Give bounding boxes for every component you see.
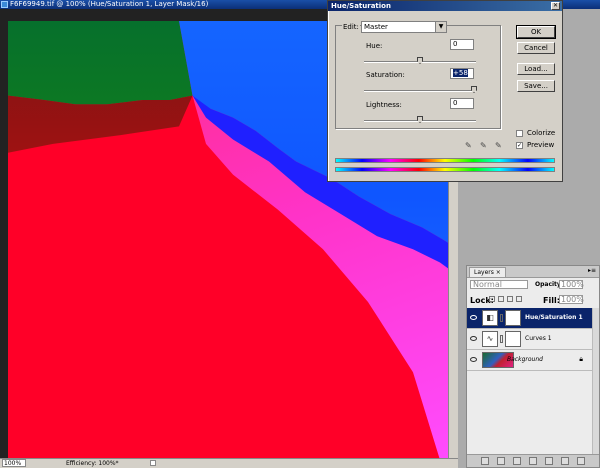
fill-label: Fill: xyxy=(543,296,560,305)
mask-icon[interactable] xyxy=(513,457,521,465)
layers-scrollbar[interactable] xyxy=(592,308,599,456)
link-chain-icon[interactable] xyxy=(500,335,503,343)
lightness-label: Lightness: xyxy=(366,101,402,109)
layer-row-hue-saturation[interactable]: ◧ Hue/Saturation 1 xyxy=(467,308,599,329)
hue-input[interactable]: 0 xyxy=(450,39,474,50)
saturation-slider-track[interactable] xyxy=(364,90,476,92)
colorize-label: Colorize xyxy=(527,129,556,137)
saturation-label: Saturation: xyxy=(366,71,405,79)
hue-label: Hue: xyxy=(366,42,383,50)
layer-name: Curves 1 xyxy=(525,335,552,342)
eyedropper-plus-icon[interactable]: ✎ xyxy=(480,141,487,150)
dialog-titlebar[interactable]: Hue/Saturation xyxy=(328,1,562,11)
lock-icon: 🔒︎ xyxy=(579,355,583,363)
layer-name: Background xyxy=(507,356,543,363)
zoom-field[interactable]: 100% xyxy=(2,459,26,467)
efficiency-readout: Efficiency: 100%* xyxy=(66,460,119,467)
chevron-down-icon[interactable]: ▼ xyxy=(435,22,446,32)
layer-mask-thumbnail[interactable] xyxy=(505,310,521,326)
load-button[interactable]: Load... xyxy=(517,63,555,75)
edit-groupbox xyxy=(335,25,501,129)
color-spectrum-top xyxy=(335,158,555,163)
curves-adjustment-icon: ∿ xyxy=(482,331,498,347)
layers-panel: Layers × ▸≡ Normal Opacity: 100% Lock: F… xyxy=(466,265,600,468)
close-icon[interactable]: ✕ xyxy=(551,2,560,10)
preview-checkbox[interactable]: ✓ xyxy=(516,142,523,149)
saturation-input[interactable]: +58 xyxy=(450,68,474,79)
fill-input[interactable]: 100% xyxy=(559,295,584,304)
layer-row-curves[interactable]: ∿ Curves 1 xyxy=(467,329,599,350)
trash-icon[interactable] xyxy=(577,457,585,465)
dialog-title: Hue/Saturation xyxy=(331,2,391,10)
panel-menu-icon[interactable]: ▸≡ xyxy=(588,267,596,274)
opacity-input[interactable]: 100% xyxy=(559,280,584,289)
fx-icon[interactable] xyxy=(497,457,505,465)
layer-name: Hue/Saturation 1 xyxy=(525,314,583,321)
group-icon[interactable] xyxy=(545,457,553,465)
hue-saturation-dialog: Hue/Saturation ✕ Edit: Master ▼ Hue: 0 S… xyxy=(327,0,563,182)
preview-label: Preview xyxy=(527,141,555,149)
eyedropper-minus-icon[interactable]: ✎ xyxy=(495,141,502,150)
visibility-eye-icon[interactable] xyxy=(470,357,477,362)
link-icon[interactable] xyxy=(481,457,489,465)
lock-pixels-icon[interactable] xyxy=(498,296,504,302)
color-spectrum-bottom xyxy=(335,167,555,172)
colorize-checkbox[interactable] xyxy=(516,130,523,137)
edit-select[interactable]: Master ▼ xyxy=(361,21,447,33)
eyedropper-icon[interactable]: ✎ xyxy=(465,141,472,150)
photoshop-document-icon xyxy=(1,1,8,8)
new-layer-icon[interactable] xyxy=(561,457,569,465)
blend-mode-select[interactable]: Normal xyxy=(470,280,528,289)
document-title: F6F69949.tif @ 100% (Hue/Saturation 1, L… xyxy=(10,0,209,8)
layers-tabbar: Layers × ▸≡ xyxy=(467,266,599,278)
visibility-eye-icon[interactable] xyxy=(470,315,477,320)
layer-row-background[interactable]: Background 🔒︎ xyxy=(467,350,599,371)
ok-button[interactable]: OK xyxy=(516,25,556,39)
layer-mask-thumbnail[interactable] xyxy=(505,331,521,347)
link-chain-icon[interactable] xyxy=(500,314,503,322)
status-bar: 100% Efficiency: 100%* xyxy=(0,458,458,468)
tab-layers[interactable]: Layers × xyxy=(469,267,506,277)
cancel-button[interactable]: Cancel xyxy=(517,42,555,54)
save-button[interactable]: Save... xyxy=(517,80,555,92)
adjustment-icon[interactable] xyxy=(529,457,537,465)
lock-transparency-icon[interactable] xyxy=(489,296,495,302)
hue-saturation-adjustment-icon: ◧ xyxy=(482,310,498,326)
lightness-input[interactable]: 0 xyxy=(450,98,474,109)
layers-footer xyxy=(467,454,599,467)
lock-position-icon[interactable] xyxy=(507,296,513,302)
edit-label: Edit: xyxy=(342,23,360,31)
edit-select-value: Master xyxy=(364,23,388,31)
status-menu-arrow-icon[interactable] xyxy=(150,460,156,466)
visibility-eye-icon[interactable] xyxy=(470,336,477,341)
lock-all-icon[interactable] xyxy=(516,296,522,302)
